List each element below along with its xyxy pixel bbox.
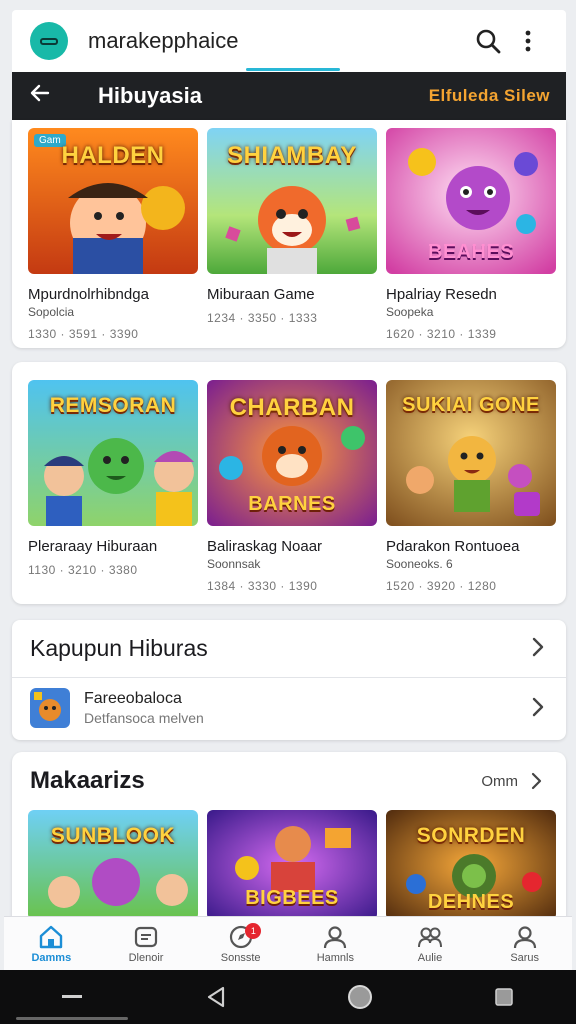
- sub-header-action-button[interactable]: Elfuleda Silew: [429, 86, 550, 106]
- person-icon: [322, 924, 348, 950]
- game-tile[interactable]: SUNBLOOK: [28, 810, 198, 920]
- game-art-title: SUKIAI GONE: [402, 394, 540, 416]
- nav-label: Aulie: [417, 951, 443, 964]
- game-thumbnail[interactable]: SONRDEN DEHNES: [386, 810, 556, 920]
- game-art-title: HALDEN: [61, 142, 165, 169]
- more-vert-icon[interactable]: [508, 21, 548, 61]
- game-subtitle: Sooneoks. 6: [386, 557, 453, 571]
- game-thumbnail[interactable]: REMSORAN: [28, 380, 198, 526]
- home-icon: [38, 924, 64, 950]
- list-item-thumbnail: [30, 688, 70, 728]
- game-art-title: REMSORAN: [49, 394, 177, 417]
- game-meta: 1520 · 3920 · 1280: [386, 579, 497, 593]
- section-title: Makaarizs: [30, 767, 145, 794]
- game-thumbnail[interactable]: SUNBLOOK: [28, 810, 198, 920]
- nav-item-people[interactable]: Aulie: [383, 917, 478, 970]
- category-list-header[interactable]: Kapupun Hiburas: [12, 620, 566, 678]
- game-title: Miburaan Game: [207, 286, 315, 303]
- profile-icon: [512, 924, 538, 950]
- section-more-link[interactable]: Omm: [481, 773, 518, 790]
- game-tile[interactable]: SONRDEN DEHNES: [386, 810, 556, 920]
- game-thumbnail[interactable]: BEAHES: [386, 128, 556, 274]
- nav-item-home[interactable]: Damms: [4, 917, 99, 970]
- game-tile[interactable]: BEAHES Hpalriay Resedn Soopeka 1620 · 32…: [386, 128, 556, 341]
- game-thumbnail[interactable]: SUKIAI GONE: [386, 380, 556, 526]
- logo-icon: [40, 37, 58, 45]
- game-subtitle: Sopolcia: [28, 305, 75, 319]
- nav-item-person[interactable]: Hamnls: [288, 917, 383, 970]
- home-circle-icon[interactable]: [340, 977, 380, 1017]
- game-meta: 1130 · 3210 · 3380: [28, 563, 138, 577]
- nav-label: Dlenoir: [128, 951, 164, 964]
- people-icon: [417, 924, 443, 950]
- nav-label: Damms: [31, 951, 72, 964]
- nav-label: Sarus: [510, 951, 540, 964]
- game-art-title: SHIAMBAY: [227, 142, 357, 169]
- app-logo[interactable]: [30, 22, 68, 60]
- game-tile[interactable]: REMSORAN Pleraraay Hiburaan 1130 · 3210 …: [28, 380, 198, 593]
- game-subtitle: Soonnsak: [207, 557, 261, 571]
- nav-item-profile[interactable]: Sarus: [477, 917, 572, 970]
- game-art-subtitle: BARNES: [248, 493, 336, 515]
- game-meta: 1620 · 3210 · 1339: [386, 327, 497, 341]
- list-item-subtitle: Detfansoca melven: [84, 710, 204, 726]
- bottom-nav: Damms Dlenoir 1 Sonsste Hamnls Aulie Sar…: [4, 916, 572, 970]
- recents-square-icon[interactable]: [484, 977, 524, 1017]
- game-grid-card-2: REMSORAN Pleraraay Hiburaan 1130 · 3210 …: [12, 362, 566, 604]
- game-art-title: BIGBEES: [245, 887, 339, 909]
- game-art-title: BEAHES: [427, 241, 515, 263]
- game-title: Baliraskag Noaar: [207, 538, 323, 555]
- gesture-indicator: [16, 1017, 128, 1020]
- list-item-title: Fareeobaloca: [84, 690, 182, 707]
- game-subtitle: Soopeka: [386, 305, 434, 319]
- list-item[interactable]: Fareeobaloca Detfansoca melven: [12, 678, 566, 738]
- section-card: Makaarizs Omm SUNBLOOK BIGBEES SONRDEN D…: [12, 752, 566, 932]
- chevron-right-icon[interactable]: [526, 633, 550, 664]
- game-tile[interactable]: CHARBAN BARNES Baliraskag Noaar Soonnsak…: [207, 380, 377, 593]
- game-title: Pleraraay Hiburaan: [28, 538, 158, 555]
- game-tile[interactable]: Gam HALDEN Mpurdnolrhibndga Sopolcia 133…: [28, 128, 198, 341]
- app-bar: marakepphaice: [12, 10, 566, 72]
- chevron-right-icon[interactable]: [524, 766, 548, 797]
- game-meta: 1330 · 3591 · 3390: [28, 327, 139, 341]
- game-title: Mpurdnolrhibndga: [28, 286, 149, 303]
- game-thumbnail[interactable]: SHIAMBAY: [207, 128, 377, 274]
- game-grid-card-1: Gam HALDEN Mpurdnolrhibndga Sopolcia 133…: [12, 120, 566, 348]
- game-title: Pdarakon Rontuoea: [386, 538, 520, 555]
- sub-header-title: Hibuyasia: [98, 83, 202, 108]
- game-art-subtitle: DEHNES: [427, 891, 515, 913]
- sub-header: Hibuyasia Elfuleda Silew: [12, 72, 566, 120]
- game-art-title: CHARBAN: [229, 394, 355, 421]
- notification-badge: 1: [245, 923, 262, 939]
- game-title: Hpalriay Resedn: [386, 286, 497, 303]
- game-art-title: SUNBLOOK: [50, 824, 176, 847]
- game-thumbnail[interactable]: BIGBEES: [207, 810, 377, 920]
- nav-item-compass[interactable]: 1 Sonsste: [193, 917, 288, 970]
- game-thumbnail[interactable]: CHARBAN BARNES: [207, 380, 377, 526]
- game-tile[interactable]: SHIAMBAY Miburaan Game 1234 · 3350 · 133…: [207, 128, 377, 341]
- menu-icon[interactable]: [52, 977, 92, 1017]
- game-art-title: SONRDEN: [416, 824, 526, 847]
- app-title: marakepphaice: [88, 28, 239, 53]
- nav-label: Hamnls: [316, 951, 354, 964]
- back-triangle-icon[interactable]: [196, 977, 236, 1017]
- nav-item-wallet[interactable]: Dlenoir: [99, 917, 194, 970]
- game-meta: 1384 · 3330 · 1390: [207, 579, 318, 593]
- chevron-right-icon[interactable]: [526, 693, 550, 724]
- search-icon[interactable]: [468, 21, 508, 61]
- category-list-title: Kapupun Hiburas: [30, 635, 208, 661]
- system-nav-bar: [0, 970, 576, 1024]
- game-tile[interactable]: BIGBEES: [207, 810, 377, 920]
- game-meta: 1234 · 3350 · 1333: [207, 311, 318, 325]
- game-thumbnail[interactable]: Gam HALDEN: [28, 128, 198, 274]
- arrow-left-icon[interactable]: [28, 81, 68, 112]
- game-tile[interactable]: SUKIAI GONE Pdarakon Rontuoea Sooneoks. …: [386, 380, 556, 593]
- wallet-icon: [133, 924, 159, 950]
- category-list-card: Kapupun Hiburas Fareeobaloca Detfansoca …: [12, 620, 566, 740]
- tab-indicator: [246, 68, 340, 71]
- nav-label: Sonsste: [220, 951, 261, 964]
